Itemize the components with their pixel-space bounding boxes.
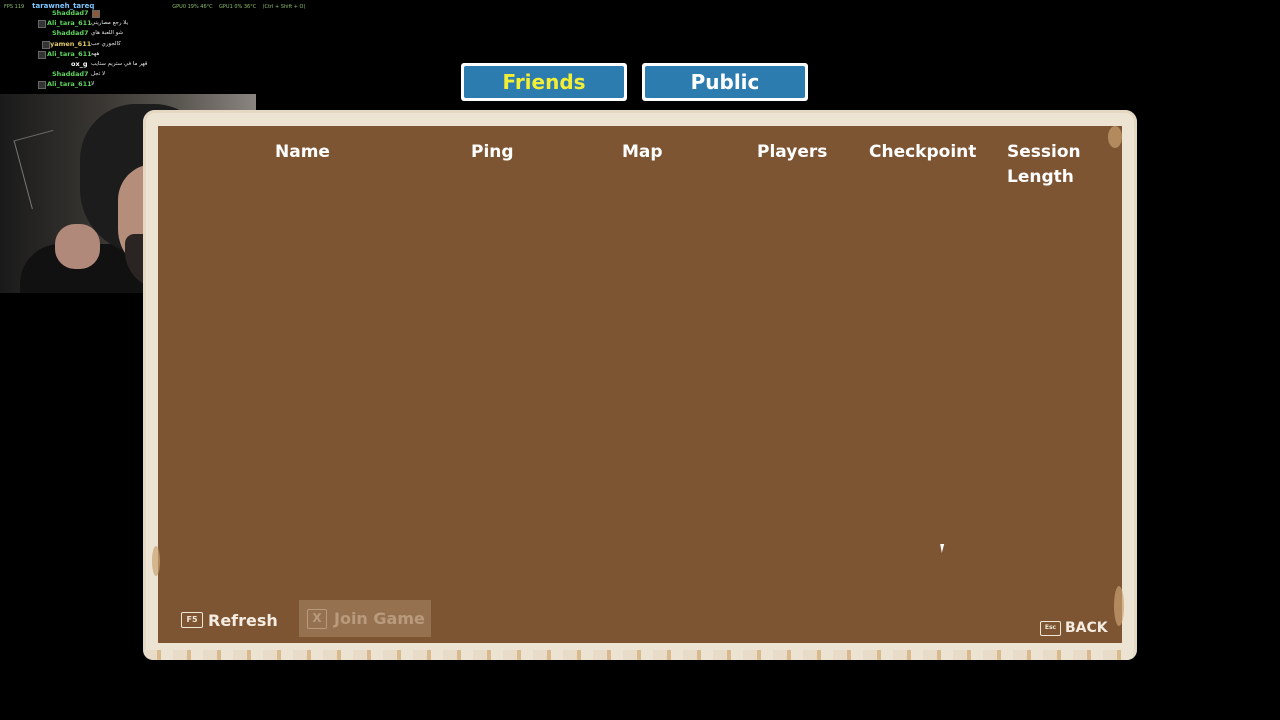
column-header-checkpoint[interactable]: Checkpoint bbox=[869, 140, 976, 165]
badge-icon bbox=[42, 40, 50, 49]
column-header-name[interactable]: Name bbox=[275, 140, 330, 165]
tab-friends[interactable]: Friends bbox=[461, 63, 627, 101]
refresh-button[interactable]: F5 Refresh bbox=[181, 608, 278, 632]
back-button[interactable]: Esc BACK bbox=[1040, 618, 1108, 638]
f5-key-icon: F5 bbox=[181, 612, 203, 628]
rust-decoration bbox=[1114, 586, 1124, 626]
chat-message: Shaddad7 شو اللعبة هاي bbox=[0, 29, 250, 39]
server-list-area bbox=[152, 126, 1124, 643]
refresh-label: Refresh bbox=[208, 610, 278, 630]
chat-message: Ali_tara_611 لا bbox=[0, 80, 250, 90]
chat-text: كالجوري حب bbox=[91, 40, 121, 47]
badge-icon bbox=[38, 20, 46, 29]
chat-message: ox_g قهر ما في ستريم ستايب bbox=[0, 60, 250, 70]
chat-username: Ali_tara_611 bbox=[47, 49, 92, 58]
hotkey-hint: (Ctrl + Shift + O) bbox=[262, 4, 306, 10]
chat-username: yamen_611 bbox=[50, 39, 92, 48]
join-game-button[interactable]: X Join Game bbox=[299, 600, 431, 637]
chat-username: ox_g bbox=[71, 59, 88, 68]
rust-decoration bbox=[1108, 126, 1122, 148]
column-header-ping[interactable]: Ping bbox=[471, 140, 514, 165]
chat-username: Shaddad7 bbox=[52, 70, 89, 79]
chat-message: Ali_tara_611 ههه bbox=[0, 50, 250, 60]
chat-text: ههه bbox=[91, 50, 100, 57]
chat-text: لا bbox=[91, 81, 95, 88]
session-label: Session bbox=[1007, 142, 1081, 162]
chat-username: Ali_tara_611 bbox=[47, 80, 92, 89]
streamer-hand bbox=[55, 224, 100, 269]
tab-public-label: Public bbox=[645, 66, 805, 98]
chat-message: Shaddad7 لا تجل bbox=[0, 70, 250, 80]
tab-public[interactable]: Public bbox=[642, 63, 808, 101]
chat-message: Ali_tara_611 يلا رجع مصاريني bbox=[0, 19, 250, 29]
tab-friends-label: Friends bbox=[464, 66, 624, 98]
badge-icon bbox=[38, 81, 46, 90]
chat-text: قهر ما في ستريم ستايب bbox=[91, 60, 148, 67]
join-game-label: Join Game bbox=[334, 609, 425, 628]
chat-username: Ali_tara_611 bbox=[47, 19, 92, 28]
chat-text: لا تجل bbox=[91, 71, 106, 78]
column-header-players[interactable]: Players bbox=[757, 140, 827, 165]
rust-decoration bbox=[152, 546, 160, 576]
length-label: Length bbox=[1007, 167, 1074, 187]
stream-chat: Shaddad7 Ali_tara_611 يلا رجع مصاريني Sh… bbox=[0, 9, 250, 91]
background-decoration bbox=[13, 129, 72, 210]
column-header-session-length[interactable]: Session Length bbox=[1007, 140, 1081, 190]
esc-key-icon: Esc bbox=[1040, 620, 1061, 636]
x-key-icon: X bbox=[307, 608, 327, 629]
chat-username: Shaddad7 bbox=[52, 9, 89, 17]
chat-text: شو اللعبة هاي bbox=[91, 30, 124, 37]
chat-message: Shaddad7 bbox=[0, 9, 250, 19]
column-header-map[interactable]: Map bbox=[622, 140, 663, 165]
chat-message: yamen_611 كالجوري حب bbox=[0, 40, 250, 50]
chat-username: Shaddad7 bbox=[52, 29, 89, 38]
badge-icon bbox=[38, 50, 46, 59]
back-label: BACK bbox=[1065, 620, 1108, 636]
chat-text: يلا رجع مصاريني bbox=[91, 20, 129, 27]
emote-icon bbox=[92, 10, 100, 18]
